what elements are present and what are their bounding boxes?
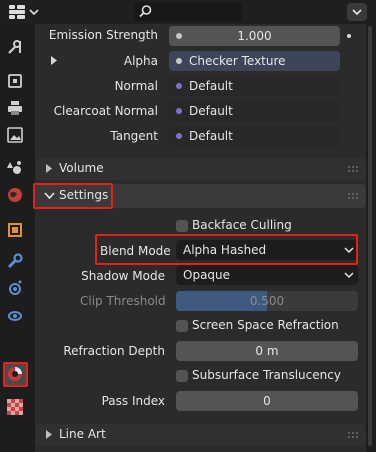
emission-strength-label: Emission Strength <box>48 28 158 42</box>
tab-texture[interactable] <box>4 396 26 418</box>
alpha-field[interactable]: Checker Texture <box>169 51 340 71</box>
header-bar <box>0 0 376 24</box>
emission-strength-field[interactable]: 1.000 <box>169 26 340 46</box>
drag-grip-icon[interactable] <box>348 432 360 438</box>
chevron-down-icon <box>352 9 362 16</box>
collapsed-triangle-icon <box>46 164 52 173</box>
wrench-screwdriver-icon <box>8 40 21 54</box>
tangent-field[interactable]: Default <box>169 126 340 146</box>
volume-section-header[interactable]: Volume <box>35 158 366 180</box>
pass-index-label: Pass Index <box>101 394 165 408</box>
collapsed-triangle-icon <box>46 430 52 439</box>
search-input[interactable] <box>134 2 242 21</box>
refraction-depth-label: Refraction Depth <box>63 344 165 358</box>
scene-cone-sphere-icon <box>7 161 21 174</box>
expand-triangle-icon[interactable] <box>50 56 58 65</box>
subsurface-translucency-label: Subsurface Translucency <box>192 368 341 382</box>
tab-object[interactable] <box>4 219 26 241</box>
clearcoat-normal-label: Clearcoat Normal <box>53 104 158 118</box>
socket-purple-icon <box>176 133 182 139</box>
drag-grip-icon[interactable] <box>348 166 360 172</box>
backface-culling-checkbox[interactable] <box>176 220 188 232</box>
printer-icon <box>8 101 22 115</box>
backface-culling-label: Backface Culling <box>192 218 292 232</box>
tab-world[interactable] <box>4 184 26 206</box>
checker-texture-icon <box>7 399 23 415</box>
clearcoat-normal-field[interactable]: Default <box>169 101 340 121</box>
socket-purple-icon <box>176 108 182 114</box>
image-icon <box>7 127 23 143</box>
search-icon <box>139 5 152 18</box>
tab-particles[interactable] <box>4 277 26 299</box>
line-art-section-header[interactable]: Line Art <box>35 424 366 446</box>
keyframe-dot-icon[interactable] <box>347 34 351 38</box>
options-dropdown-button[interactable] <box>347 3 367 21</box>
tab-view-layer[interactable] <box>4 124 26 146</box>
shadow-mode-label: Shadow Mode <box>81 269 165 283</box>
clip-threshold-label: Clip Threshold <box>80 294 166 308</box>
refraction-depth-field[interactable]: 0 m <box>176 341 358 361</box>
tab-modifiers[interactable] <box>4 250 26 272</box>
normal-field[interactable]: Default <box>169 76 340 96</box>
alpha-label: Alpha <box>123 54 158 68</box>
tab-material-highlight <box>3 362 28 387</box>
screen-space-refraction-checkbox[interactable] <box>176 320 188 332</box>
screen-space-refraction-label: Screen Space Refraction <box>192 318 339 332</box>
editor-type-button[interactable] <box>6 3 40 21</box>
properties-tabs <box>0 26 30 452</box>
properties-editor-icon <box>9 5 39 19</box>
shadow-mode-dropdown[interactable]: Opaque <box>176 265 358 285</box>
orange-square-icon <box>8 223 22 237</box>
tab-physics[interactable] <box>4 304 26 326</box>
physics-orbit-icon <box>8 311 22 321</box>
socket-purple-icon <box>176 83 182 89</box>
scrollbar[interactable] <box>368 26 372 446</box>
tab-output[interactable] <box>4 97 26 119</box>
clip-threshold-slider[interactable]: 0.500 <box>176 291 358 311</box>
settings-highlight <box>33 183 113 209</box>
tab-tool[interactable] <box>4 36 26 58</box>
tab-scene[interactable] <box>4 156 26 178</box>
tab-render[interactable] <box>4 70 26 92</box>
chevron-down-icon <box>344 272 354 279</box>
camera-back-icon <box>8 74 22 88</box>
wrench-icon <box>7 253 23 269</box>
particles-icon <box>9 280 22 295</box>
pass-index-field[interactable]: 0 <box>176 391 358 411</box>
tangent-label: Tangent <box>110 129 158 143</box>
subsurface-translucency-checkbox[interactable] <box>176 370 188 382</box>
normal-label: Normal <box>114 79 158 93</box>
blend-mode-highlight <box>95 234 358 265</box>
drag-grip-icon[interactable] <box>348 193 360 199</box>
globe-icon <box>8 188 22 202</box>
socket-gray-icon <box>176 58 182 64</box>
